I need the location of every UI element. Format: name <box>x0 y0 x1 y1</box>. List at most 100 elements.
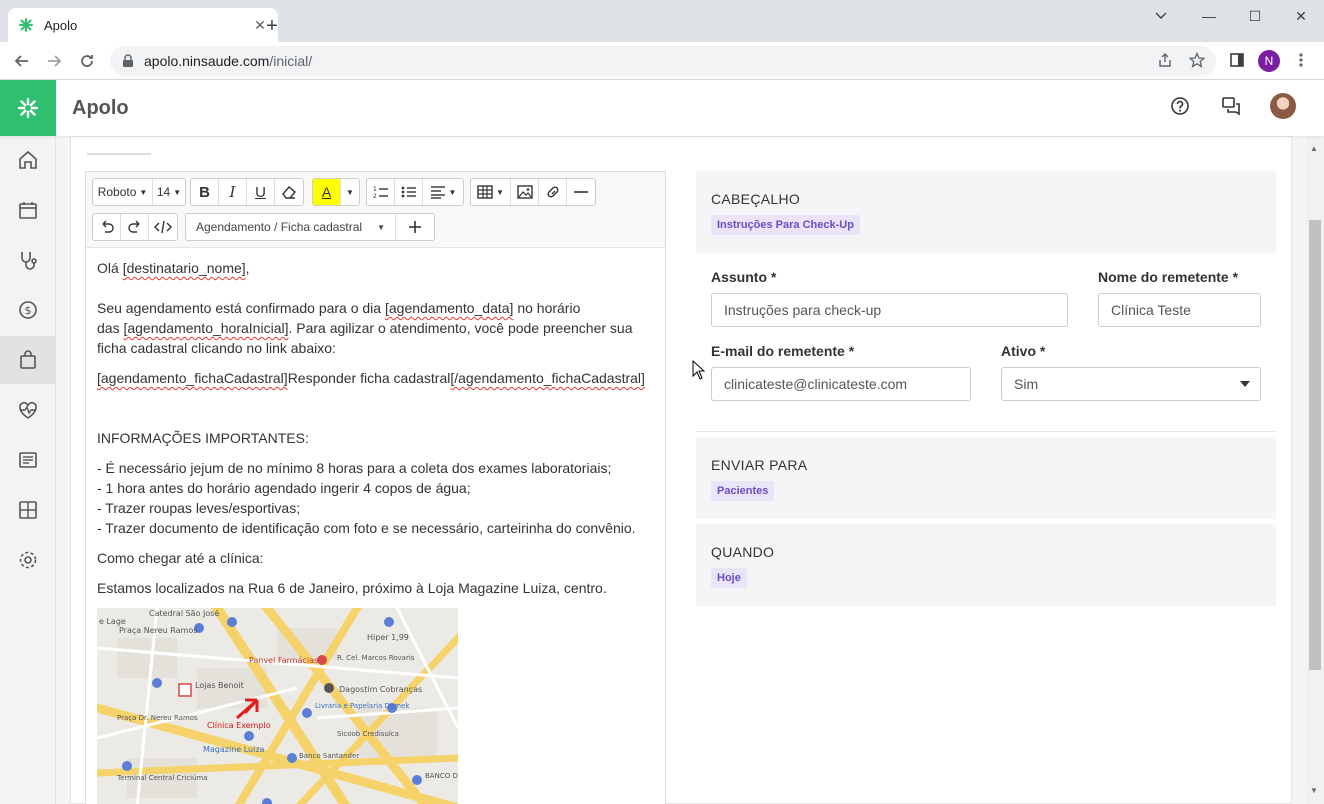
active-select[interactable]: Sim <box>1001 367 1261 401</box>
link-icon[interactable] <box>539 179 567 205</box>
svg-text:1: 1 <box>373 186 377 193</box>
scroll-up-icon[interactable]: ▲ <box>1310 144 1318 153</box>
bold-button[interactable]: B <box>191 179 219 205</box>
reload-icon[interactable] <box>75 49 99 73</box>
section-title: CABEÇALHO <box>711 191 801 207</box>
window-maximize-button[interactable]: ☐ <box>1240 6 1270 26</box>
active-label: Ativo * <box>1001 343 1046 359</box>
profile-avatar[interactable]: N <box>1258 50 1280 72</box>
font-size-select[interactable]: 14 ▼ <box>153 179 185 205</box>
new-tab-button[interactable]: + <box>260 14 284 38</box>
scroll-down-icon[interactable]: ▼ <box>1310 786 1318 795</box>
subject-input[interactable]: Instruções para check-up <box>711 293 1068 327</box>
italic-button[interactable]: I <box>219 179 247 205</box>
sidebar-stethoscope-icon[interactable] <box>0 236 56 284</box>
tab-indicator <box>87 153 151 155</box>
align-icon[interactable]: ▼ <box>423 179 463 205</box>
sidebar-calendar-icon[interactable] <box>0 186 56 234</box>
map-label: Praça Dr. Nereu Ramos <box>117 714 198 722</box>
svg-text:2: 2 <box>373 193 377 199</box>
eraser-icon[interactable] <box>275 179 303 205</box>
side-panel-icon[interactable] <box>1226 49 1248 71</box>
apolo-logo-icon[interactable] <box>0 80 56 136</box>
paragraph-line: ficha cadastral clicando no link abaixo: <box>97 340 336 356</box>
sidebar-finance-icon[interactable]: $ <box>0 286 56 334</box>
header-chip[interactable]: Instruções Para Check-Up <box>711 215 860 235</box>
ordered-list-icon[interactable]: 12 <box>367 179 395 205</box>
when-chip[interactable]: Hoje <box>711 568 747 588</box>
map-label: Magazine Luiza <box>203 745 265 754</box>
color-dropdown-icon[interactable]: ▼ <box>341 179 359 205</box>
sidebar: $ <box>0 136 56 804</box>
url-text: apolo.ninsaude.com/inicial/ <box>144 53 313 69</box>
table-icon[interactable]: ▼ <box>471 179 511 205</box>
sidebar-settings-icon[interactable] <box>0 536 56 584</box>
chat-icon[interactable] <box>1219 94 1243 118</box>
menu-kebab-icon[interactable] <box>1290 49 1312 71</box>
info-item: - 1 hora antes do horário agendado inger… <box>97 480 471 496</box>
editor-toolbar: Roboto ▼ 14 ▼ B I U A ▼ 12 ▼ ▼ Agendamen… <box>86 172 665 248</box>
bookmark-star-icon[interactable] <box>1186 49 1208 71</box>
sender-name-label: Nome do remetente * <box>1098 269 1239 285</box>
header-section: CABEÇALHO Instruções Para Check-Up <box>696 171 1276 253</box>
share-icon[interactable] <box>1154 49 1176 71</box>
map-label: R. Cel. Marcos Rovaris <box>337 654 415 662</box>
divider <box>696 431 1276 432</box>
redo-icon[interactable] <box>121 214 149 240</box>
when-section: QUANDO Hoje <box>696 524 1276 606</box>
scroll-thumb[interactable] <box>1309 220 1321 670</box>
location-map-image[interactable]: Catedral São José e Lage Praça Nereu Ram… <box>97 608 458 804</box>
window-minimize-button[interactable]: — <box>1194 6 1224 26</box>
section-title: QUANDO <box>711 544 775 560</box>
map-label: Sicoob Credisulca <box>337 730 399 738</box>
send-to-chip[interactable]: Pacientes <box>711 481 775 501</box>
back-icon[interactable] <box>10 49 34 73</box>
how-to-line: Como chegar até a clínica: <box>97 550 264 566</box>
map-label: BANCO DO <box>425 772 458 780</box>
paragraph-line: das [agendamento_horaInicial]. Para agil… <box>97 320 633 336</box>
undo-icon[interactable] <box>93 214 121 240</box>
sidebar-home-icon[interactable] <box>0 136 56 184</box>
sidebar-heart-pulse-icon[interactable] <box>0 386 56 434</box>
address-bar[interactable]: apolo.ninsaude.com/inicial/ <box>110 46 1216 76</box>
browser-tabbar: Apolo ✕ + — ☐ ✕ <box>0 0 1324 42</box>
history-group <box>92 213 178 241</box>
map-label: Praça Nereu Ramos <box>119 626 197 635</box>
add-variable-icon[interactable] <box>396 214 434 240</box>
mouse-cursor-icon <box>692 359 706 380</box>
lock-icon <box>122 54 136 68</box>
horizontal-rule-icon[interactable] <box>567 179 595 205</box>
code-view-icon[interactable] <box>149 214 177 240</box>
sender-email-input[interactable]: clinicateste@clinicateste.com <box>711 367 971 401</box>
window-dropdown-icon[interactable] <box>1146 6 1176 26</box>
format-group: B I U <box>190 178 304 206</box>
map-label: Dagostim Cobranças <box>339 685 422 694</box>
sender-name-input[interactable]: Clínica Teste <box>1098 293 1261 327</box>
sidebar-dashboard-icon[interactable] <box>0 486 56 534</box>
send-to-section: ENVIAR PARA Pacientes <box>696 437 1276 519</box>
forward-icon[interactable] <box>42 49 66 73</box>
sidebar-report-icon[interactable] <box>0 436 56 484</box>
info-item: - Trazer documento de identificação com … <box>97 520 636 536</box>
image-icon[interactable] <box>511 179 539 205</box>
underline-button[interactable]: U <box>247 179 275 205</box>
font-family-select[interactable]: Roboto ▼ <box>93 179 153 205</box>
subject-label: Assunto * <box>711 269 777 285</box>
template-variable-select[interactable]: Agendamento / Ficha cadastral ▼ <box>186 214 396 240</box>
map-label: Banco Santander <box>299 752 359 760</box>
text-color-button[interactable]: A <box>313 179 341 205</box>
info-item: - É necessário jejum de no mínimo 8 hora… <box>97 460 612 476</box>
info-item: - Trazer roupas leves/esportivas; <box>97 500 301 516</box>
template-group: Agendamento / Ficha cadastral ▼ <box>185 213 435 241</box>
browser-tab[interactable]: Apolo ✕ <box>8 8 278 42</box>
sidebar-bag-icon[interactable] <box>0 336 56 384</box>
browser-toolbar: apolo.ninsaude.com/inicial/ N <box>0 42 1324 80</box>
user-avatar[interactable] <box>1270 93 1296 119</box>
font-group: Roboto ▼ 14 ▼ <box>92 178 186 206</box>
map-label: Panvel Farmácias <box>249 656 318 665</box>
page-scrollbar[interactable]: ▲ ▼ <box>1306 136 1324 804</box>
bullet-list-icon[interactable] <box>395 179 423 205</box>
window-close-button[interactable]: ✕ <box>1286 6 1316 26</box>
help-icon[interactable] <box>1168 94 1192 118</box>
map-label: e Lage <box>99 617 126 626</box>
